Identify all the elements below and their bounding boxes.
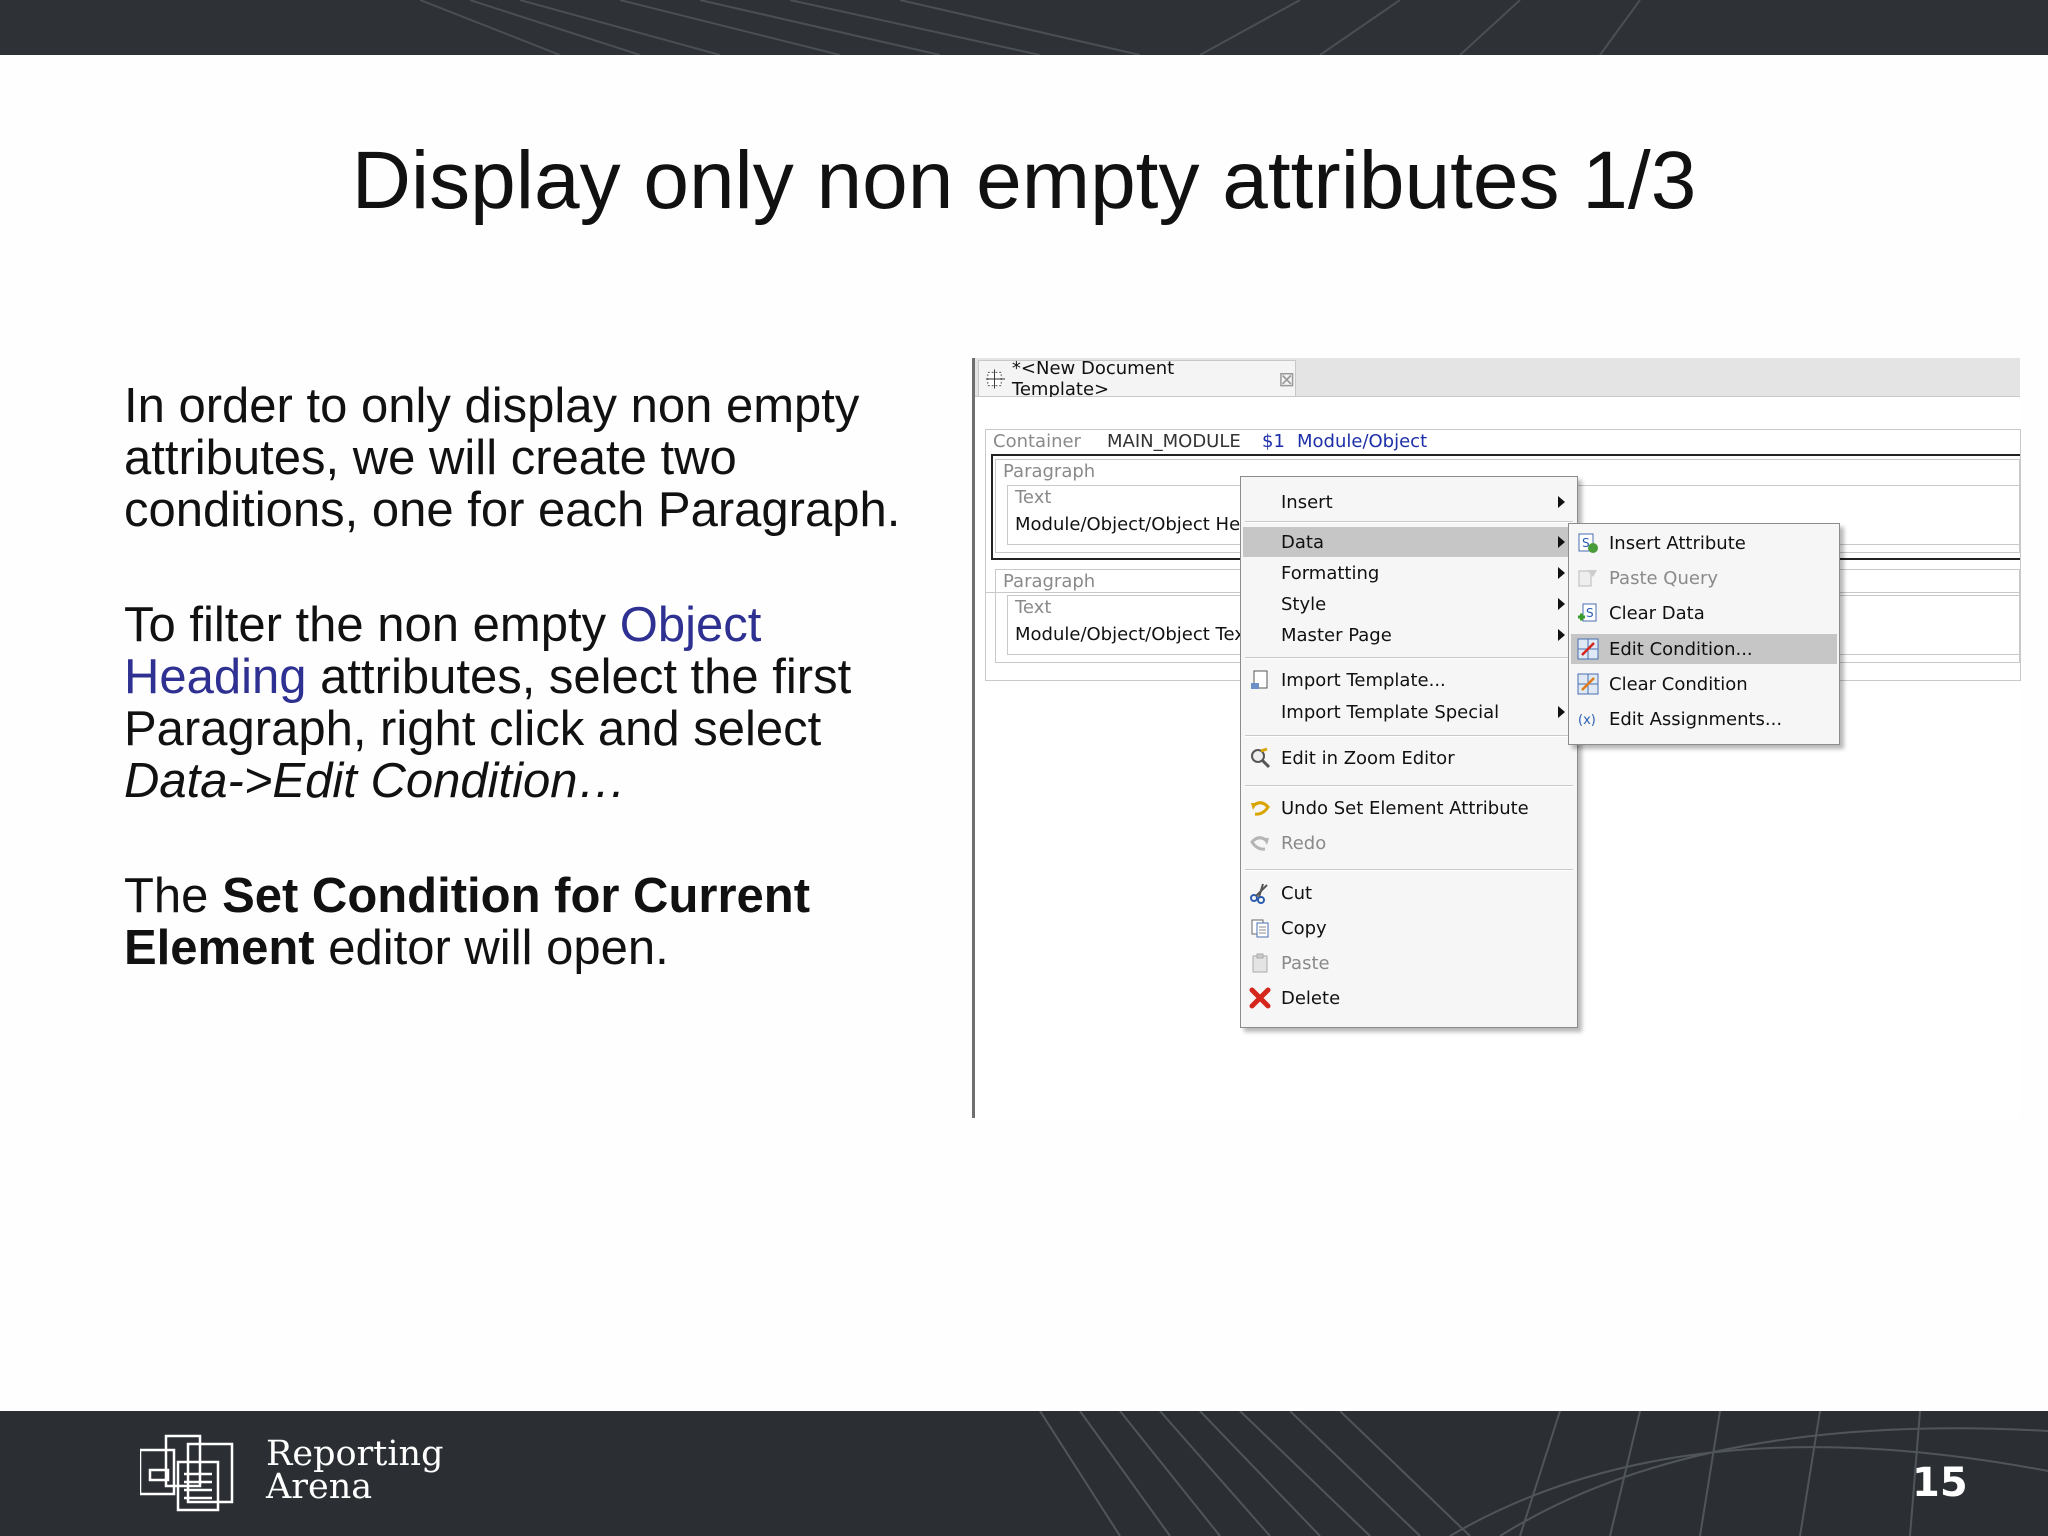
instructions-text: To filter the non empty [124, 598, 620, 652]
submenu-arrow-icon [1558, 706, 1565, 718]
container-name: MAIN_MODULE [1107, 431, 1241, 452]
menu-item-import-template-special[interactable]: Import Template Special [1243, 697, 1575, 727]
submenu-item-edit-assignments[interactable]: (x) Edit Assignments... [1571, 704, 1837, 734]
paragraph-1-text-label: Text [1015, 487, 1052, 508]
menu-separator [1245, 869, 1573, 871]
clear-condition-icon [1577, 673, 1599, 695]
menu-item-cut[interactable]: Cut [1243, 878, 1575, 908]
page-number: 15 [1912, 1460, 1968, 1506]
menu-separator [1245, 735, 1573, 737]
logo-text: Reporting Arena [266, 1437, 443, 1507]
zoom-editor-icon [1251, 747, 1271, 769]
delete-icon [1249, 987, 1271, 1009]
edit-condition-icon [1577, 638, 1599, 660]
slide-title: Display only non empty attributes 1/3 [351, 135, 1697, 226]
menu-item-redo[interactable]: Redo [1243, 828, 1575, 858]
submenu-item-clear-condition[interactable]: Clear Condition [1571, 669, 1837, 699]
copy-icon [1251, 919, 1269, 938]
svg-text:S: S [1586, 606, 1594, 620]
template-icon [985, 368, 1005, 389]
selection-left-line [991, 454, 993, 558]
container-path: Module/Object [1297, 431, 1428, 452]
paragraph-2-label: Paragraph [1003, 571, 1096, 592]
editor-tab-title: *<New Document Template> [1011, 357, 1175, 400]
paste-query-icon [1578, 570, 1597, 587]
submenu-arrow-icon [1558, 567, 1565, 579]
result-text-2: editor will open. [314, 921, 669, 975]
editor-tab[interactable]: *<New Document Template> ⊠ [978, 358, 1296, 400]
menu-item-undo[interactable]: Undo Set Element Attribute [1243, 793, 1575, 823]
submenu-item-clear-data[interactable]: S Clear Data [1571, 598, 1837, 628]
submenu-item-insert-attribute[interactable]: S Insert Attribute [1571, 528, 1837, 558]
menu-separator [1245, 657, 1573, 659]
menu-item-insert[interactable]: Insert [1243, 487, 1575, 517]
logo-line-2: Arena [266, 1467, 373, 1507]
menu-item-delete[interactable]: Delete [1243, 983, 1575, 1013]
result-text: The [124, 869, 223, 923]
redo-icon [1250, 836, 1269, 851]
paragraph-instructions: To filter the non empty Object Heading a… [124, 599, 924, 807]
menu-item-formatting[interactable]: Formatting [1243, 558, 1575, 588]
submenu-arrow-icon [1558, 496, 1565, 508]
menu-item-copy[interactable]: Copy [1243, 913, 1575, 943]
menu-separator [1245, 521, 1573, 523]
paste-icon [1252, 953, 1268, 973]
container-label: Container [993, 431, 1081, 452]
header-band [0, 0, 2048, 55]
menu-path-italic: Data->Edit Condition… [124, 754, 627, 808]
body-text: In order to only display non empty attri… [124, 380, 924, 1037]
clear-data-icon: S [1578, 603, 1597, 622]
assignments-icon: (x) [1578, 713, 1596, 728]
menu-item-master-page[interactable]: Master Page [1243, 620, 1575, 650]
menu-item-import-template[interactable]: Import Template... [1243, 665, 1575, 695]
submenu-arrow-icon [1558, 629, 1565, 641]
menu-item-edit-zoom[interactable]: Edit in Zoom Editor [1243, 743, 1575, 773]
import-template-icon [1251, 670, 1268, 689]
editor-tab-bar: *<New Document Template> ⊠ [975, 358, 2020, 400]
insert-attribute-icon: S [1578, 533, 1598, 553]
context-menu: Insert Data Formatting Style Master Page… [1240, 476, 1578, 1028]
paragraph-1-label: Paragraph [1003, 461, 1096, 482]
svg-text:(x): (x) [1578, 713, 1596, 728]
submenu-item-paste-query[interactable]: Paste Query [1571, 563, 1837, 593]
undo-icon [1251, 801, 1270, 816]
submenu-arrow-icon [1558, 598, 1565, 610]
container-variable: $1 [1262, 431, 1285, 452]
close-tab-icon[interactable]: ⊠ [1278, 367, 1295, 391]
submenu-item-edit-condition[interactable]: Edit Condition... [1571, 634, 1837, 664]
paragraph-result: The Set Condition for Current Element ed… [124, 870, 924, 974]
editor-screenshot: *<New Document Template> ⊠ Container MAI… [972, 358, 2021, 1118]
paragraph-intro: In order to only display non empty attri… [124, 379, 901, 537]
selection-top-line [991, 454, 2020, 456]
paragraph-1-text-value: Module/Object/Object Hea [1015, 514, 1252, 535]
menu-item-style[interactable]: Style [1243, 589, 1575, 619]
menu-separator [1245, 785, 1573, 787]
menu-item-data[interactable]: Data [1243, 527, 1575, 557]
scissors-icon [1250, 883, 1268, 904]
header-decoration [419, 0, 1641, 55]
submenu-arrow-icon [1558, 536, 1565, 548]
menu-item-paste[interactable]: Paste [1243, 948, 1575, 978]
data-submenu: S Insert Attribute Paste Query S Clear D… [1568, 523, 1840, 745]
